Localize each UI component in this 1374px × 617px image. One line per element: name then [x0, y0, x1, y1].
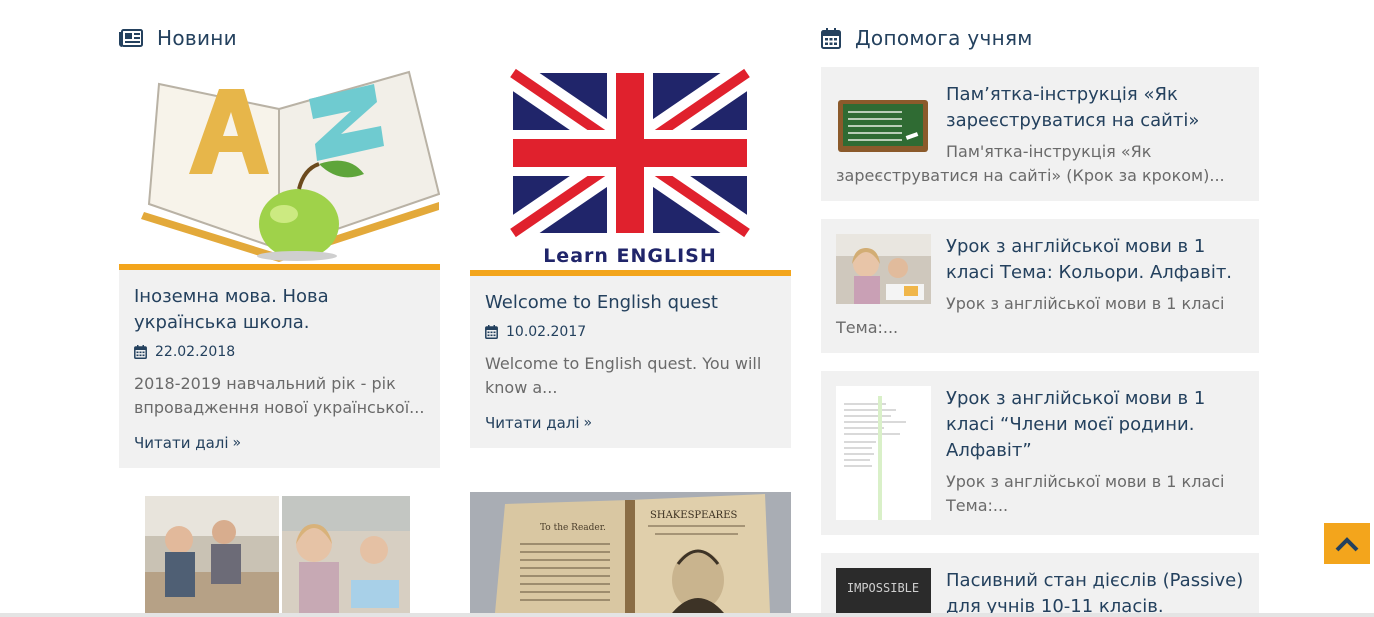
news-card[interactable]: Learn ENGLISH Welcome to English quest 1…	[470, 64, 791, 448]
help-item[interactable]: Урок з англійської мови в 1 класі “Члени…	[821, 371, 1259, 535]
help-thumb-lesson-photo[interactable]	[836, 234, 931, 308]
page-bottom-divider	[0, 613, 1374, 617]
help-item[interactable]: Урок з англійської мови в 1 класі Тема: …	[821, 219, 1259, 353]
card-date: 22.02.2018	[134, 344, 425, 360]
read-more-label[interactable]: Читати далі	[134, 434, 229, 452]
help-item[interactable]: IMPOSSIBLE Пасивний стан дієслів (Passiv…	[821, 553, 1259, 617]
news-heading: Новини	[119, 26, 237, 50]
card-date-text: 10.02.2017	[506, 324, 587, 340]
news-image-union-jack[interactable]: Learn ENGLISH	[470, 64, 791, 270]
help-thumb-impossible[interactable]: IMPOSSIBLE	[836, 568, 931, 617]
news-card[interactable]	[119, 492, 440, 613]
chevron-up-icon	[1335, 536, 1359, 551]
card-excerpt: Welcome to English quest. You will know …	[485, 354, 762, 397]
calendar-icon	[821, 27, 841, 49]
newspaper-icon	[119, 29, 143, 47]
help-thumb-chalkboard[interactable]	[836, 82, 931, 156]
card-body: Іноземна мова. Нова українська школа. 22…	[119, 270, 440, 468]
help-heading-label: Допомога учням	[855, 26, 1033, 50]
svg-text:SHAKESPEARES: SHAKESPEARES	[650, 510, 737, 521]
help-heading: Допомога учням	[821, 26, 1033, 50]
svg-text:To the Reader.: To the Reader.	[540, 523, 606, 533]
double-chevron-right-icon: »	[583, 415, 593, 431]
scroll-to-top-button[interactable]	[1324, 523, 1370, 564]
news-image-az-book[interactable]	[119, 64, 440, 264]
svg-text:IMPOSSIBLE: IMPOSSIBLE	[847, 581, 919, 595]
help-item[interactable]: Пам’ятка-інструкція «Як зареєструватися …	[821, 67, 1259, 201]
news-card[interactable]: Іноземна мова. Нова українська школа. 22…	[119, 64, 440, 468]
news-image-shakespeare-book[interactable]: To the Reader. SHAKESPEARES	[470, 492, 791, 613]
image-caption: Learn ENGLISH	[543, 245, 717, 267]
news-image-children-photos[interactable]	[119, 492, 440, 613]
read-more-link[interactable]: Читати далі »	[485, 414, 592, 432]
read-more-label[interactable]: Читати далі	[485, 414, 580, 432]
double-chevron-right-icon: »	[232, 435, 242, 451]
card-title[interactable]: Іноземна мова. Нова українська школа.	[134, 284, 425, 336]
news-card[interactable]: To the Reader. SHAKESPEARES	[470, 492, 791, 613]
card-date-text: 22.02.2018	[155, 344, 236, 360]
news-heading-label: Новини	[157, 26, 237, 50]
card-title[interactable]: Welcome to English quest	[485, 290, 776, 316]
card-excerpt: 2018-2019 навчальний рік - рік впровадже…	[134, 374, 425, 417]
calendar-icon	[134, 345, 147, 359]
help-thumb-document[interactable]	[836, 386, 931, 524]
read-more-link[interactable]: Читати далі »	[134, 434, 241, 452]
card-date: 10.02.2017	[485, 324, 776, 340]
calendar-icon	[485, 325, 498, 339]
card-body: Welcome to English quest 10.02.2017 Welc…	[470, 276, 791, 448]
